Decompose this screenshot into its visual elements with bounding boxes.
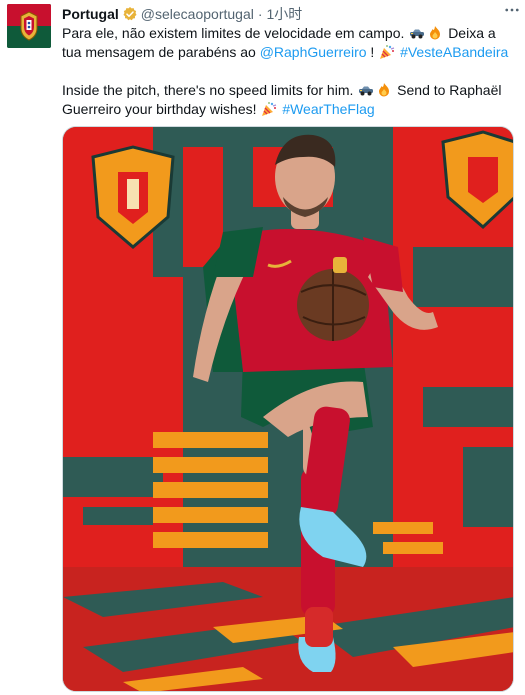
racing-car-emoji-icon: [358, 82, 374, 98]
tweet[interactable]: Portugal @selecaoportugal · 1小时 Para ele…: [0, 0, 525, 695]
separator-dot: ·: [257, 6, 263, 22]
party-popper-emoji-icon: [379, 44, 395, 60]
tweet-text-pt-part1: Para ele, não existem limites de velocid…: [62, 25, 405, 41]
tweet-media-image[interactable]: [62, 126, 514, 692]
racing-car-emoji-icon: [409, 25, 425, 41]
verified-badge-icon: [122, 6, 138, 22]
tweet-header: Portugal @selecaoportugal · 1小时: [62, 4, 515, 24]
mention-link[interactable]: @RaphGuerreiro: [260, 44, 367, 60]
fire-emoji-icon: [427, 25, 443, 41]
handle[interactable]: @selecaoportugal: [141, 6, 254, 22]
hashtag-link-vesteabandeira[interactable]: #VesteABandeira: [400, 44, 508, 60]
party-popper-emoji-icon: [261, 101, 277, 117]
portugal-crest-avatar-icon: [7, 4, 51, 48]
tweet-text-en-part1: Inside the pitch, there's no speed limit…: [62, 82, 354, 98]
tweet-text: Para ele, não existem limites de velocid…: [62, 24, 514, 119]
more-options-icon[interactable]: [501, 0, 523, 20]
tweet-text-portuguese: Para ele, não existem limites de velocid…: [62, 24, 514, 62]
player-photo-illustration: [63, 127, 513, 691]
display-name[interactable]: Portugal: [62, 6, 119, 22]
hashtag-link-weartheflag[interactable]: #WearTheFlag: [282, 101, 374, 117]
fire-emoji-icon: [376, 82, 392, 98]
tweet-text-english: Inside the pitch, there's no speed limit…: [62, 81, 514, 119]
timestamp[interactable]: 1小时: [267, 4, 303, 24]
avatar[interactable]: [7, 4, 51, 48]
tweet-text-pt-part3: !: [370, 44, 375, 60]
